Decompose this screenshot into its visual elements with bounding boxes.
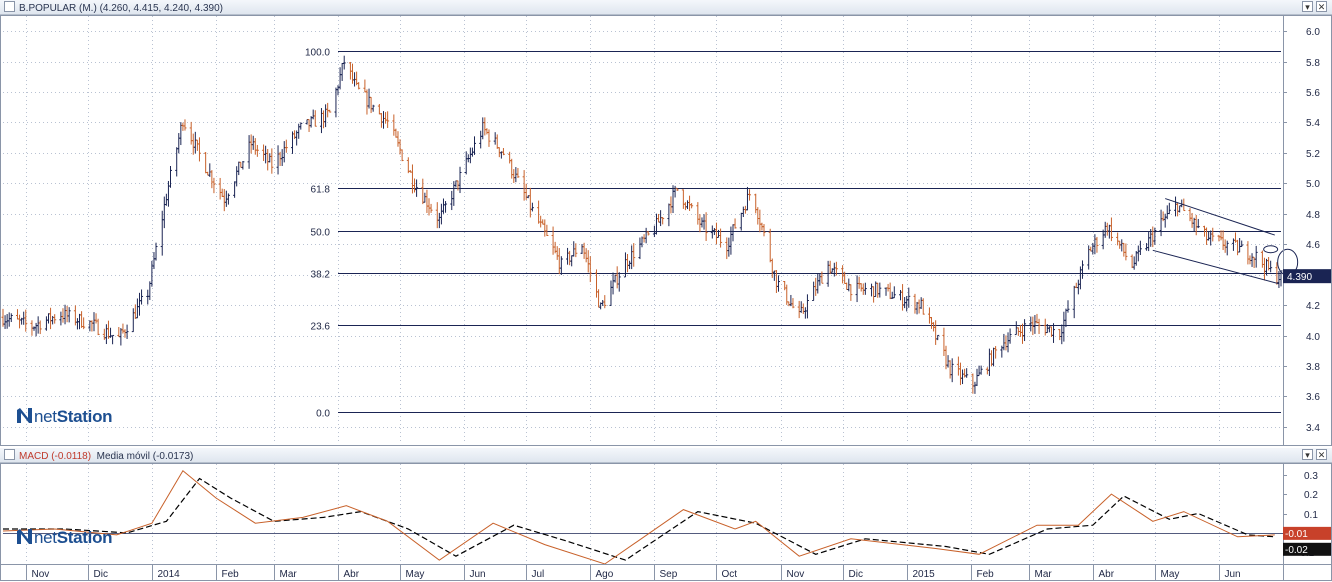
y-tick-label: 3.4 [1306, 423, 1320, 434]
y-tick-label: 5.0 [1306, 179, 1320, 190]
macd-y-tick-label: 0.1 [1304, 510, 1318, 521]
x-tick-label: Oct [722, 569, 738, 580]
x-tick-label: 2015 [913, 569, 936, 580]
price-panel-frame [0, 15, 1332, 446]
netstation-logo-macd: netStation [16, 528, 113, 548]
axes: Nov Dic 2014 Feb Mar Abr May Jun Jul Ago Sep Oct Nov… [0, 15, 1332, 581]
netstation-logo-icon [17, 408, 32, 423]
y-tick-label: 5.4 [1306, 118, 1320, 129]
x-tick-label: 2014 [158, 569, 181, 580]
fib-label: 100.0 [305, 48, 330, 59]
x-tick-label: Jun [1225, 569, 1241, 580]
y-tick-label: 4.0 [1306, 332, 1320, 343]
x-tick-label: Abr [1099, 569, 1115, 580]
price-bars [1, 55, 1283, 394]
y-tick-label: 4.8 [1306, 210, 1320, 221]
x-tick-label: Sep [660, 569, 678, 580]
fib-label: 38.2 [311, 270, 331, 281]
macd-y-tick-label: 0.2 [1304, 490, 1318, 501]
y-tick-label: 5.2 [1306, 149, 1320, 160]
x-tick-label: Nov [787, 569, 805, 580]
logo-text-a: net [34, 407, 57, 426]
x-tick-label: Dic [849, 569, 863, 580]
x-tick-label: Jun [470, 569, 486, 580]
y-tick-label: 4.6 [1306, 240, 1320, 251]
fib-label: 50.0 [311, 228, 331, 239]
x-tick-label: Mar [280, 569, 298, 580]
fibonacci-levels: 100.0 61.8 50.0 38.2 23.6 0.0 [305, 48, 1281, 420]
fib-label: 61.8 [311, 185, 331, 196]
x-tick-label: May [1161, 569, 1180, 580]
logo-text-b: Station [56, 407, 113, 426]
x-tick-label: Mar [1035, 569, 1053, 580]
marker-small-ellipse [1263, 245, 1279, 254]
fib-label: 0.0 [316, 409, 330, 420]
x-tick-label: Jul [532, 569, 545, 580]
x-tick-label: Nov [32, 569, 50, 580]
x-tick-label: Dic [94, 569, 108, 580]
y-tick-label: 4.2 [1306, 301, 1320, 312]
grid [3, 16, 1283, 564]
macd-line [2, 470, 1275, 565]
netstation-logo-icon [17, 529, 32, 544]
fib-label: 23.6 [311, 322, 331, 333]
macd-y-tick-label: 0.3 [1304, 471, 1318, 482]
macd-lines [2, 470, 1275, 565]
last-price-label: 4.390 [1287, 272, 1312, 283]
chart-svg: 100.0 61.8 50.0 38.2 23.6 0.0 Nov Dic 2014 Feb Ma… [0, 15, 1332, 581]
x-tick-label: May [406, 569, 425, 580]
y-tick-label: 6.0 [1306, 27, 1320, 38]
logo-text-b: Station [56, 528, 113, 547]
y-tick-label: 3.8 [1306, 362, 1320, 373]
macd-tag-label: -0.01 [1285, 529, 1308, 540]
logo-text-a: net [34, 528, 57, 547]
x-tick-label: Feb [977, 569, 995, 580]
x-tick-label: Abr [344, 569, 360, 580]
x-tick-label: Feb [222, 569, 240, 580]
y-tick-label: 5.8 [1306, 58, 1320, 69]
y-tick-label: 5.6 [1306, 88, 1320, 99]
channel-lower-line [1152, 249, 1280, 285]
netstation-logo: netStation [16, 407, 113, 427]
y-tick-label: 3.6 [1306, 392, 1320, 403]
x-tick-label: Ago [596, 569, 614, 580]
signal-tag-label: -0.02 [1285, 545, 1308, 556]
